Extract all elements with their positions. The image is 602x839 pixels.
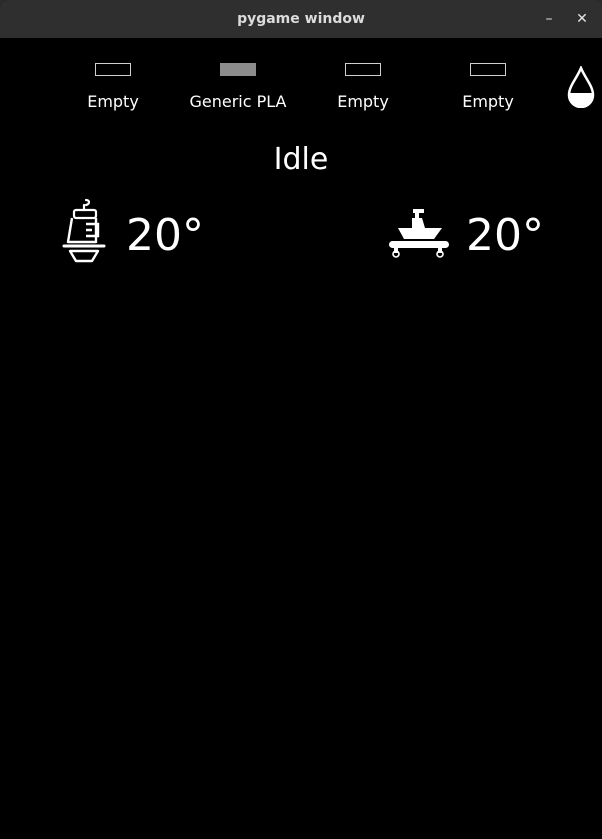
title-bar[interactable]: pygame window – ✕ <box>0 0 602 39</box>
filament-slot-label: Empty <box>337 92 389 111</box>
filament-slot-label: Empty <box>87 92 139 111</box>
filament-slot-3[interactable]: Empty <box>298 63 428 111</box>
printer-status-panel: Empty Generic PLA Empty Empty Idle 20° 2… <box>0 38 602 839</box>
filament-slot-4[interactable]: Empty <box>423 63 553 111</box>
filament-swatch <box>95 63 131 76</box>
filament-swatch <box>345 63 381 76</box>
minimize-button[interactable]: – <box>539 9 559 29</box>
filament-slot-1[interactable]: Empty <box>48 63 178 111</box>
window-title: pygame window <box>237 11 365 27</box>
bed-temperature: 20° <box>466 210 544 261</box>
filament-swatch <box>220 63 256 76</box>
bed-boat-icon <box>389 209 449 258</box>
filament-slot-2[interactable]: Generic PLA <box>173 63 303 111</box>
filament-slot-label: Empty <box>462 92 514 111</box>
filament-swatch <box>470 63 506 76</box>
printer-status: Idle <box>273 142 329 177</box>
droplet-icon[interactable] <box>566 66 596 108</box>
close-button[interactable]: ✕ <box>572 9 592 29</box>
filament-slot-label: Generic PLA <box>189 92 287 111</box>
hotend-temperature: 20° <box>126 210 204 261</box>
hotend-icon <box>62 198 106 263</box>
app-window: pygame window – ✕ Empty Generic PLA Empt… <box>0 0 602 839</box>
